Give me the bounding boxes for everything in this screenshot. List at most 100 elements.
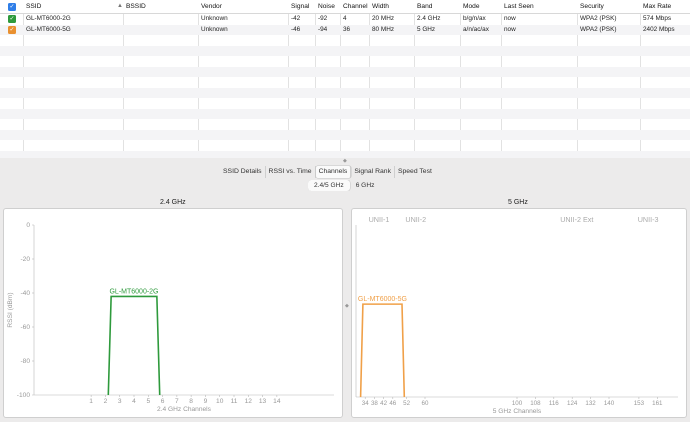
band-segment-0[interactable]: 2.4/5 GHz <box>308 180 350 191</box>
band-region-label: UNII-1 <box>369 215 390 224</box>
sort-ascending-icon[interactable]: ▲ <box>117 3 123 9</box>
cell-max_rate: 574 Mbps <box>643 15 672 22</box>
tab-speed-test[interactable]: Speed Test <box>395 166 435 178</box>
column-header-width[interactable]: Width <box>369 0 414 13</box>
x-axis-label: 5 GHz Channels <box>493 408 542 415</box>
cell-width: 80 MHz <box>372 25 395 33</box>
column-header-security[interactable]: Security <box>577 0 640 13</box>
chart-panel-5ghz: 34 38 42 46 52 60 100 108 116 124 132 140 153 161 UNII… <box>351 208 687 418</box>
cell-channel: 4 <box>343 15 347 22</box>
x-tick-label: 124 <box>567 400 578 407</box>
table-row[interactable]: ✓ GL-MT6000-5G Unknown -46 -94 36 80 MHz 5 GHz a… <box>0 24 690 36</box>
y-tick-label: -20 <box>20 256 30 263</box>
tab-signal-rank[interactable]: Signal Rank <box>351 166 395 178</box>
channel-chart-24ghz: 0-20-40-60-80-1001 2 3 4 5 6 7 8 9 10 11 12 13 142.4 … <box>7 222 334 413</box>
cell-security: WPA2 (PSK) <box>580 15 617 22</box>
x-tick-label: 34 <box>362 400 369 407</box>
x-tick-label: 100 <box>512 400 523 407</box>
chart-panel-24ghz: 0 -20 -40 -60 -80 -100 1 2 3 4 5 6 7 8 9 10 11 12 13 14 2.4 … <box>3 208 343 418</box>
row-visible-checkbox-icon[interactable]: ✓ <box>8 15 16 24</box>
x-axis-label: 2.4 GHz Channels <box>157 406 212 413</box>
x-tick-label: 7 <box>175 398 179 405</box>
select-all-checkbox-icon[interactable]: ✓ <box>8 3 16 11</box>
x-tick-label: 108 <box>530 400 541 407</box>
column-header-band[interactable]: Band <box>414 0 460 13</box>
table-row-stripe <box>0 129 690 140</box>
channel-footprint-gl-mt6000-5g[interactable] <box>359 303 406 398</box>
cell-band: 2.4 GHz <box>417 15 441 22</box>
band-segment-1[interactable]: 6 GHz <box>350 180 381 191</box>
y-tick-label: -40 <box>20 290 30 297</box>
y-tick-label: -80 <box>20 358 30 365</box>
band-region-label: UNII-2 Ext <box>560 215 593 224</box>
column-header-ssid[interactable]: SSID <box>23 0 123 13</box>
band-region-label: UNII-3 <box>638 215 659 224</box>
cell-vendor: Unknown <box>201 25 228 33</box>
x-tick-label: 4 <box>132 398 136 405</box>
x-tick-label: 5 <box>146 398 150 405</box>
table-row-stripe <box>0 87 690 98</box>
x-tick-label: 12 <box>245 398 253 405</box>
cell-last_seen: now <box>504 25 516 33</box>
cell-band: 5 GHz <box>417 25 436 33</box>
x-tick-label: 161 <box>652 400 663 407</box>
cell-security: WPA2 (PSK) <box>580 25 617 33</box>
channel-footprint-gl-mt6000-2g[interactable] <box>107 295 161 396</box>
cell-max_rate: 2402 Mbps <box>643 25 675 33</box>
tab-ssid-details[interactable]: SSID Details <box>220 166 266 178</box>
y-tick-label: -100 <box>17 392 31 399</box>
row-visible-checkbox-icon[interactable]: ✓ <box>8 25 16 34</box>
x-tick-label: 42 <box>380 400 387 407</box>
x-tick-label: 46 <box>389 400 396 407</box>
column-header-last_seen[interactable]: Last Seen <box>501 0 577 13</box>
column-header-noise[interactable]: Noise <box>315 0 340 13</box>
column-header-signal[interactable]: Signal <box>288 0 315 13</box>
y-tick-label: 0 <box>26 222 30 229</box>
pane-splitter[interactable]: ◆ <box>0 158 690 164</box>
x-tick-label: 11 <box>231 398 238 405</box>
cell-signal: -42 <box>291 15 301 22</box>
cell-last_seen: now <box>504 15 516 22</box>
cell-channel: 36 <box>343 25 351 33</box>
table-row-stripe <box>0 108 690 119</box>
cell-ssid: GL-MT6000-2G <box>26 15 71 22</box>
x-tick-label: 52 <box>403 400 410 407</box>
detail-tab-bar: SSID Details RSSI vs. Time Channels Signal … <box>220 166 435 178</box>
channel-chart-5ghz: 34 38 42 46 52 60 100 108 116 124 132 140 153 161 UNII… <box>355 215 678 415</box>
x-tick-label: 9 <box>204 398 208 405</box>
table-row-stripe <box>0 66 690 77</box>
cell-signal: -46 <box>291 25 301 33</box>
x-tick-label: 140 <box>604 400 615 407</box>
x-tick-label: 1 <box>89 398 93 405</box>
cell-mode: a/n/ac/ax <box>463 25 489 33</box>
cell-noise: -92 <box>318 15 328 22</box>
column-header-bssid[interactable]: BSSID <box>123 0 198 13</box>
x-tick-label: 14 <box>273 398 281 405</box>
table-row-stripe <box>0 45 690 56</box>
cell-width: 20 MHz <box>372 15 395 22</box>
series-label: GL-MT6000-2G <box>109 288 158 295</box>
panel-resize-grip-icon[interactable]: ◆ <box>345 303 349 309</box>
series-label: GL-MT6000-5G <box>358 296 407 303</box>
tab-channels[interactable]: Channels <box>315 166 352 178</box>
splitter-grip-icon[interactable]: ◆ <box>343 158 347 164</box>
table-row-stripe <box>0 150 690 158</box>
x-tick-label: 13 <box>259 398 267 405</box>
table-row[interactable]: ✓ GL-MT6000-2G Unknown -42 -92 4 20 MHz 2.4 GHz… <box>0 14 690 25</box>
column-header-max_rate[interactable]: Max Rate <box>640 0 690 13</box>
x-tick-label: 38 <box>371 400 378 407</box>
tab-rssi-vs-time[interactable]: RSSI vs. Time <box>266 166 316 178</box>
x-tick-label: 116 <box>549 400 559 407</box>
networks-table[interactable]: ✓ SSID BSSID Vendor Signal Noise Channel Width B… <box>0 0 690 158</box>
cell-bssid <box>123 25 198 36</box>
x-tick-label: 6 <box>161 398 165 405</box>
column-header-mode[interactable]: Mode <box>460 0 501 13</box>
x-tick-label: 60 <box>422 400 429 407</box>
x-tick-label: 153 <box>634 400 645 407</box>
column-header-channel[interactable]: Channel <box>340 0 369 13</box>
x-tick-label: 3 <box>118 398 122 405</box>
y-axis-label: RSSI (dBm) <box>7 292 14 327</box>
column-header-vendor[interactable]: Vendor <box>198 0 288 13</box>
chart-title-24ghz: 2.4 GHz <box>160 199 186 206</box>
chart-title-5ghz: 5 GHz <box>508 199 528 206</box>
